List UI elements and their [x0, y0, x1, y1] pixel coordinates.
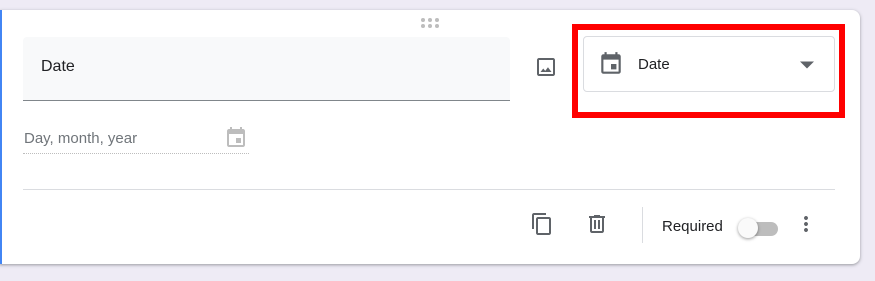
calendar-icon — [227, 127, 245, 147]
date-placeholder: Day, month, year — [24, 130, 138, 147]
toggle-thumb — [738, 218, 758, 238]
more-vert-icon — [804, 216, 808, 232]
drag-handle-icon[interactable] — [421, 18, 441, 30]
footer-divider — [23, 189, 835, 190]
duplicate-icon — [532, 213, 551, 235]
more-options-button[interactable] — [788, 206, 824, 242]
add-image-button[interactable] — [529, 50, 563, 84]
question-card[interactable]: Date Date Day, month, year Required — [0, 10, 860, 264]
delete-button[interactable] — [579, 206, 615, 242]
required-label: Required — [662, 218, 723, 235]
question-title-text: Date — [41, 58, 75, 75]
duplicate-button[interactable] — [524, 206, 560, 242]
image-icon — [537, 58, 555, 76]
highlight-box — [572, 24, 845, 118]
required-toggle[interactable] — [738, 218, 780, 238]
delete-icon — [589, 215, 605, 233]
question-title-field[interactable]: Date — [23, 37, 510, 101]
footer-separator — [642, 207, 643, 243]
date-answer-field: Day, month, year — [23, 123, 249, 154]
